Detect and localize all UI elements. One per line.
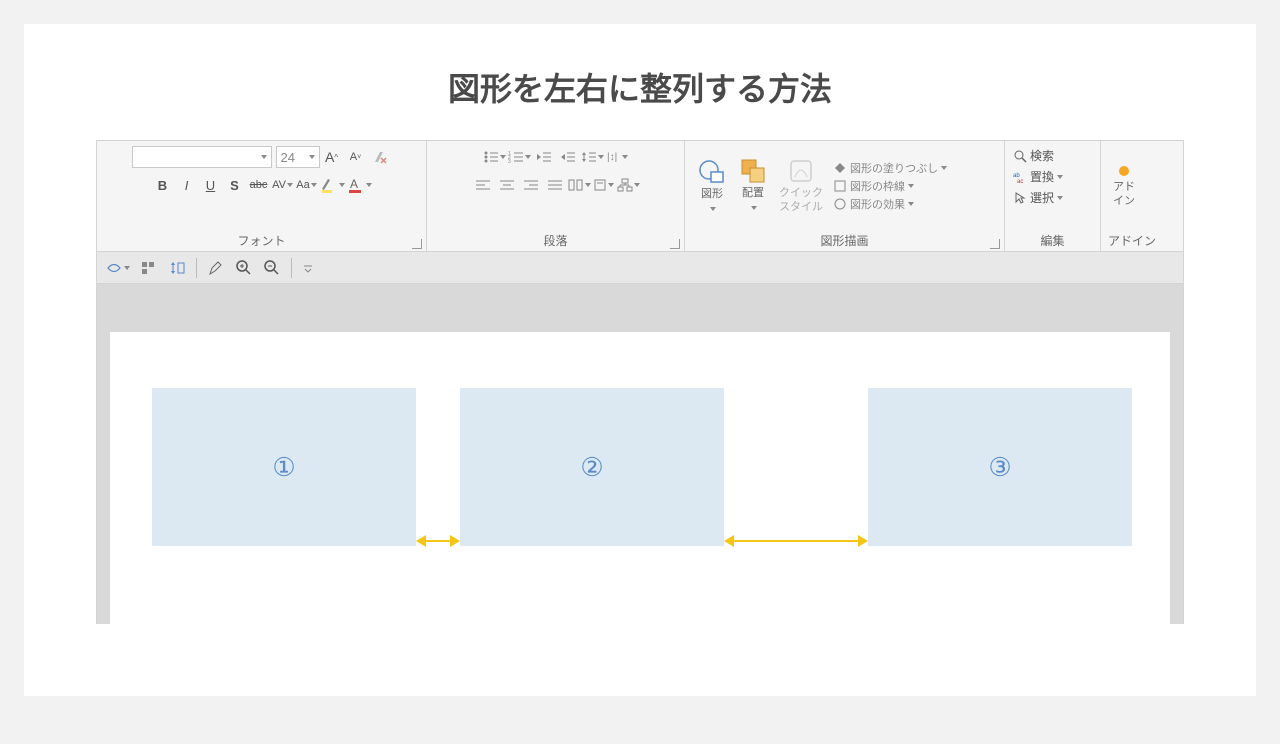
quick-access-toolbar (96, 252, 1184, 284)
char-spacing-button[interactable]: AV (272, 174, 294, 196)
shape-outline-label: 図形の枠線 (850, 178, 905, 194)
arrange-label: 配置 (742, 187, 764, 199)
shape-1[interactable]: ① (152, 388, 416, 546)
smartart-button[interactable] (617, 174, 640, 196)
edit-tool-icon[interactable] (207, 259, 225, 277)
line-spacing-button[interactable] (581, 146, 604, 168)
shape-fill-button[interactable]: 図形の塗りつぶし (833, 160, 947, 176)
aa-label: Aa (296, 179, 309, 191)
bullets-button[interactable] (483, 146, 506, 168)
change-case-button[interactable]: Aa (296, 174, 318, 196)
font-family-dropdown[interactable] (132, 146, 272, 168)
page-title: 図形を左右に整列する方法 (24, 24, 1256, 140)
decrease-font-icon[interactable]: A˅ (345, 146, 367, 168)
decrease-indent-button[interactable] (533, 146, 555, 168)
align-text-button[interactable] (593, 174, 615, 196)
shape-effects-label: 図形の効果 (850, 196, 905, 212)
clear-formatting-icon[interactable] (369, 146, 391, 168)
gap-arrow-1 (418, 540, 458, 542)
shape-effects-button[interactable]: 図形の効果 (833, 196, 947, 212)
svg-text:3: 3 (508, 159, 511, 164)
select-label: 選択 (1030, 189, 1054, 206)
ribbon-group-paragraph: 123 |↕| 段落 (427, 141, 685, 251)
addin-button[interactable]: アド イン (1107, 146, 1141, 226)
align-right-button[interactable] (520, 174, 542, 196)
align-center-button[interactable] (496, 174, 518, 196)
dialog-launcher-icon[interactable] (990, 239, 1000, 249)
shape-3-label: ③ (988, 452, 1011, 483)
quick-styles-button[interactable]: クイック スタイル (773, 146, 829, 226)
paragraph-group-label: 段落 (427, 230, 684, 251)
columns-button[interactable] (568, 174, 591, 196)
spacing-tool-icon[interactable] (168, 259, 186, 277)
select-button[interactable]: 選択 (1013, 189, 1063, 206)
italic-button[interactable]: I (176, 174, 198, 196)
shape-2[interactable]: ② (460, 388, 724, 546)
find-button[interactable]: 検索 (1013, 147, 1054, 164)
svg-text:|↕|: |↕| (607, 152, 617, 163)
increase-font-icon[interactable]: A^ (321, 146, 343, 168)
align-left-button[interactable] (472, 174, 494, 196)
svg-text:ac: ac (1017, 179, 1023, 184)
av-label: AV (272, 179, 286, 191)
shape-fill-label: 図形の塗りつぶし (850, 160, 938, 176)
font-group-label: フォント (97, 230, 426, 251)
shape-3[interactable]: ③ (868, 388, 1132, 546)
ribbon-group-drawing: 図形 配置 クイック スタイル 図形の塗りつぶし 図形の枠線 図形の効果 図形描… (685, 141, 1005, 251)
highlight-button[interactable] (320, 174, 345, 196)
shape-outline-button[interactable]: 図形の枠線 (833, 178, 947, 194)
shape-tool-icon[interactable] (105, 259, 130, 277)
zoom-out-icon[interactable] (263, 259, 281, 277)
ribbon-group-addin: アド イン アドイン (1101, 141, 1163, 251)
addin-group-label: アドイン (1101, 230, 1163, 251)
arrange-button[interactable]: 配置 (733, 146, 773, 226)
font-color-button[interactable]: A (347, 174, 372, 196)
replace-label: 置換 (1030, 168, 1054, 185)
shapes-label: 図形 (701, 188, 723, 200)
shape-2-label: ② (580, 452, 603, 483)
quick-styles-label: クイック スタイル (779, 187, 823, 213)
dialog-launcher-icon[interactable] (670, 239, 680, 249)
ribbon-group-font: 24 A^ A˅ B I U S abc AV Aa (97, 141, 427, 251)
text-direction-button[interactable]: |↕| (606, 146, 628, 168)
zoom-in-icon[interactable] (235, 259, 253, 277)
align-tool-icon[interactable] (140, 259, 158, 277)
numbering-button[interactable]: 123 (508, 146, 531, 168)
strikethrough-button[interactable]: abc (248, 174, 270, 196)
shape-1-label: ① (272, 452, 295, 483)
replace-button[interactable]: abac置換 (1013, 168, 1063, 185)
find-label: 検索 (1030, 147, 1054, 164)
editing-group-label: 編集 (1005, 230, 1100, 251)
bold-button[interactable]: B (152, 174, 174, 196)
svg-text:A: A (350, 177, 358, 191)
customize-toolbar-icon[interactable] (302, 262, 314, 274)
justify-button[interactable] (544, 174, 566, 196)
addin-label: アド イン (1113, 181, 1135, 207)
increase-indent-button[interactable] (557, 146, 579, 168)
drawing-group-label: 図形描画 (685, 230, 1004, 251)
shapes-button[interactable]: 図形 (691, 146, 733, 226)
gap-arrow-2 (726, 540, 866, 542)
dialog-launcher-icon[interactable] (412, 239, 422, 249)
shadow-button[interactable]: S (224, 174, 246, 196)
ribbon: 24 A^ A˅ B I U S abc AV Aa (96, 140, 1184, 252)
ribbon-group-editing: 検索 abac置換 選択 編集 (1005, 141, 1101, 251)
font-size-value: 24 (281, 150, 295, 165)
font-size-input[interactable]: 24 (276, 146, 320, 168)
underline-button[interactable]: U (200, 174, 222, 196)
workspace: ① ② ③ (96, 284, 1184, 624)
slide-canvas[interactable]: ① ② ③ (110, 332, 1170, 624)
